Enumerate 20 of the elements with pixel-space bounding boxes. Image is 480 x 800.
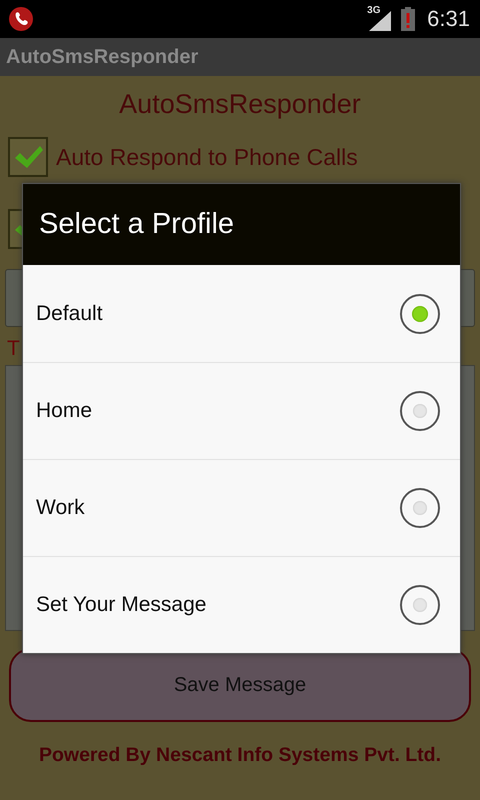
checkmark-icon <box>13 144 43 170</box>
radio-button[interactable] <box>400 391 440 431</box>
network-type: 3G <box>367 5 381 16</box>
radio-button[interactable] <box>400 488 440 528</box>
radio-button[interactable] <box>400 294 440 334</box>
checkbox[interactable] <box>8 137 48 177</box>
battery-alert-icon <box>401 7 416 31</box>
footer-credit: Powered By Nescant Info Systems Pvt. Ltd. <box>38 744 442 767</box>
app-title: AutoSmsResponder <box>6 46 198 68</box>
profile-option[interactable]: Default <box>23 265 460 362</box>
checkbox-label: Auto Respond to Phone Calls <box>56 144 358 170</box>
radio-button[interactable] <box>400 585 440 625</box>
message-label: T <box>6 337 21 362</box>
clock-time: 6:31 <box>427 6 470 32</box>
app-heading: AutoSmsResponder <box>119 89 361 121</box>
profile-option[interactable]: Home <box>23 362 460 459</box>
phone-call-icon <box>8 6 34 32</box>
dialog-title: Select a Profile <box>23 184 460 265</box>
profile-option[interactable]: Work <box>23 459 460 556</box>
profile-option[interactable]: Set Your Message <box>23 556 460 653</box>
